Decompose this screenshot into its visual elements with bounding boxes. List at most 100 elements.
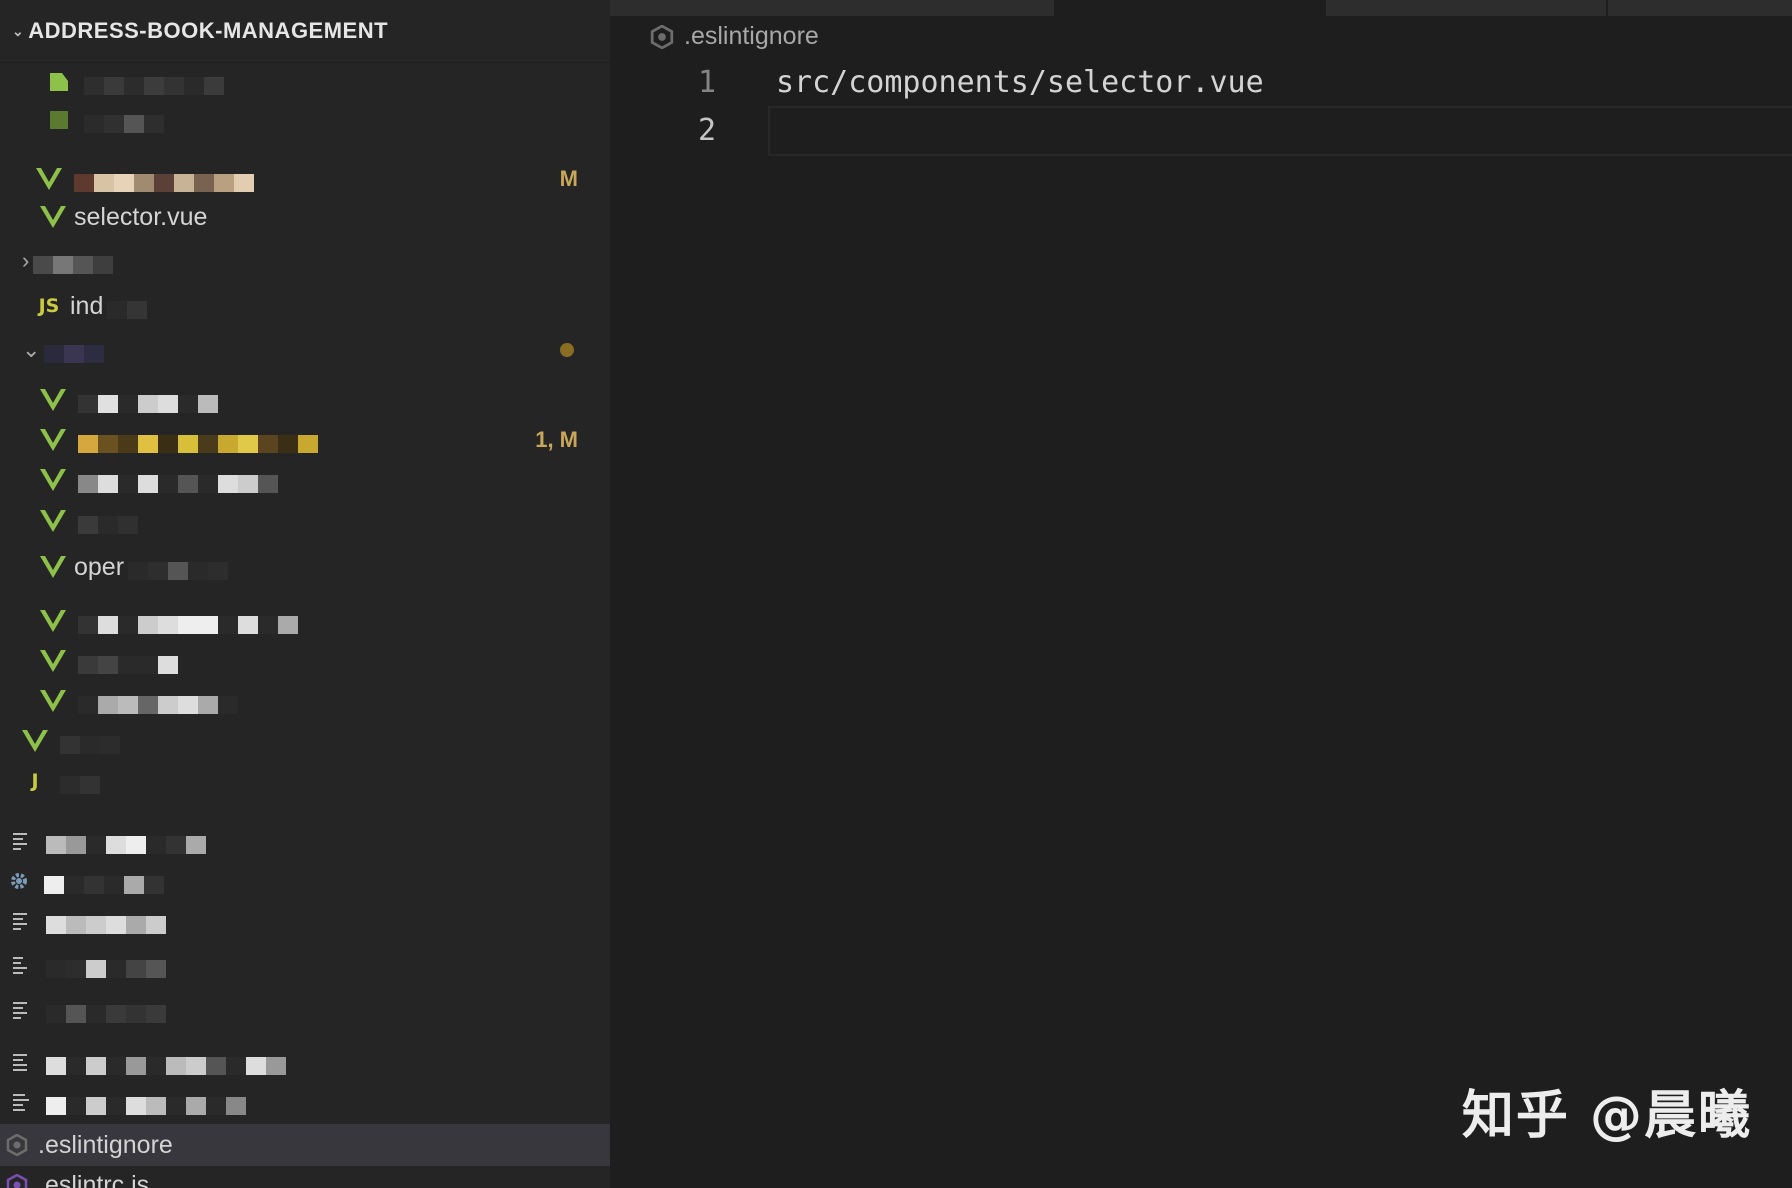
explorer-title: ADDRESS-BOOK-MANAGEMENT [28, 18, 389, 43]
explorer-header[interactable]: ⌄ ADDRESS-BOOK-MANAGEMENT [0, 0, 610, 63]
tree-item-js[interactable]: JS ind [0, 287, 610, 325]
blurred-label [78, 471, 278, 493]
blurred-label [33, 252, 114, 274]
blurred-label [46, 912, 166, 934]
vue-icon [40, 688, 66, 714]
eslint-icon [4, 1132, 30, 1158]
file-label: .eslintrc.js [38, 1170, 150, 1188]
blurred-label [78, 692, 238, 714]
text-file-icon [8, 828, 34, 854]
tree-item[interactable] [0, 502, 610, 540]
gear-icon [6, 868, 32, 894]
tab[interactable] [1608, 0, 1792, 16]
blurred-label [60, 772, 100, 794]
text-file-icon [8, 952, 34, 978]
file-label: oper [74, 552, 125, 581]
js-icon: J [31, 770, 39, 792]
blurred-label [84, 73, 224, 95]
eslint-icon [4, 1172, 30, 1188]
tree-item[interactable] [0, 461, 610, 499]
file-label: selector.vue [74, 202, 208, 231]
tree-item-warning[interactable]: 1, M [0, 421, 610, 459]
blurred-label [78, 512, 138, 534]
editor-area: .eslintignore 1 src/components/selector.… [610, 0, 1792, 1188]
tree-item[interactable] [0, 902, 610, 940]
vue-icon [40, 387, 66, 413]
file-label: .eslintignore [38, 1130, 173, 1159]
tree-item-modified[interactable]: M [0, 160, 610, 198]
file-label: ind [70, 291, 104, 320]
tree-item[interactable] [0, 682, 610, 720]
blurred-label [84, 111, 164, 133]
line-number: 1 [697, 64, 716, 100]
tree-item[interactable] [0, 101, 610, 139]
tree-item[interactable] [0, 822, 610, 860]
code-line[interactable]: 1 src/components/selector.vue [610, 58, 1792, 106]
eslint-icon [650, 24, 674, 49]
tab[interactable] [1326, 0, 1606, 16]
blurred-label [107, 297, 148, 319]
collapse-caret-icon[interactable]: ⌄ [12, 23, 24, 40]
vue-icon [22, 728, 48, 754]
tree-item[interactable] [0, 602, 610, 640]
explorer-sidebar: ⌄ ADDRESS-BOOK-MANAGEMENT M selector.vue… [0, 0, 610, 1188]
vue-icon [40, 508, 66, 534]
blurred-label [44, 872, 164, 894]
tree-item[interactable]: J [0, 762, 610, 800]
text-file-icon [8, 997, 34, 1023]
tree-item[interactable] [0, 63, 610, 101]
blurred-label [46, 1093, 246, 1115]
blurred-label [46, 956, 166, 978]
code-line[interactable]: 2 [610, 106, 1792, 154]
line-text[interactable]: src/components/selector.vue [776, 65, 1264, 100]
blurred-label [78, 391, 218, 413]
tree-item[interactable] [0, 722, 610, 760]
tree-item[interactable] [0, 381, 610, 419]
blurred-label [78, 652, 178, 674]
vue-icon [40, 554, 66, 580]
blurred-label [60, 732, 120, 754]
modified-dot [560, 343, 574, 357]
blurred-label [46, 1001, 166, 1023]
line-number: 2 [697, 112, 716, 148]
breadcrumb-file[interactable]: .eslintignore [684, 22, 819, 51]
tree-item[interactable]: oper [0, 548, 610, 586]
blurred-label [128, 558, 229, 580]
tree-folder[interactable]: › [0, 242, 610, 280]
text-file-icon [8, 1049, 34, 1075]
vue-icon [40, 427, 66, 453]
breadcrumb[interactable]: .eslintignore [650, 22, 819, 51]
js-icon: JS [38, 295, 60, 317]
tree-item[interactable] [0, 1043, 610, 1081]
vue-icon [36, 166, 62, 192]
tree-item[interactable] [0, 991, 610, 1029]
file-icon [46, 69, 72, 95]
chevron-down-icon[interactable]: ⌄ [22, 337, 40, 363]
tree-item-eslintrc[interactable]: .eslintrc.js [0, 1166, 610, 1188]
tab[interactable] [610, 0, 1054, 16]
tree-item[interactable] [0, 862, 610, 900]
modified-badge: M [559, 166, 578, 191]
blurred-label [44, 341, 105, 363]
chevron-right-icon[interactable]: › [22, 248, 29, 274]
warning-modified-badge: 1, M [535, 427, 578, 452]
vue-icon [40, 648, 66, 674]
blurred-label [46, 832, 206, 854]
tree-folder-expanded[interactable]: ⌄ [0, 331, 610, 369]
vue-icon [40, 467, 66, 493]
vue-icon [40, 204, 66, 230]
blurred-label [74, 170, 254, 192]
file-icon [46, 107, 72, 133]
text-file-icon [8, 1089, 34, 1115]
tab-strip [610, 0, 1792, 16]
tree-item-selector-vue[interactable]: selector.vue [0, 198, 610, 236]
tree-item[interactable] [0, 642, 610, 680]
blurred-label [78, 431, 318, 453]
text-file-icon [8, 908, 34, 934]
blurred-label [46, 1053, 286, 1075]
vue-icon [40, 608, 66, 634]
tree-item[interactable] [0, 1083, 610, 1121]
tree-item[interactable] [0, 946, 610, 984]
tree-item-eslintignore[interactable]: .eslintignore [0, 1124, 610, 1166]
watermark: 知乎 @晨曦 [1461, 1086, 1752, 1146]
